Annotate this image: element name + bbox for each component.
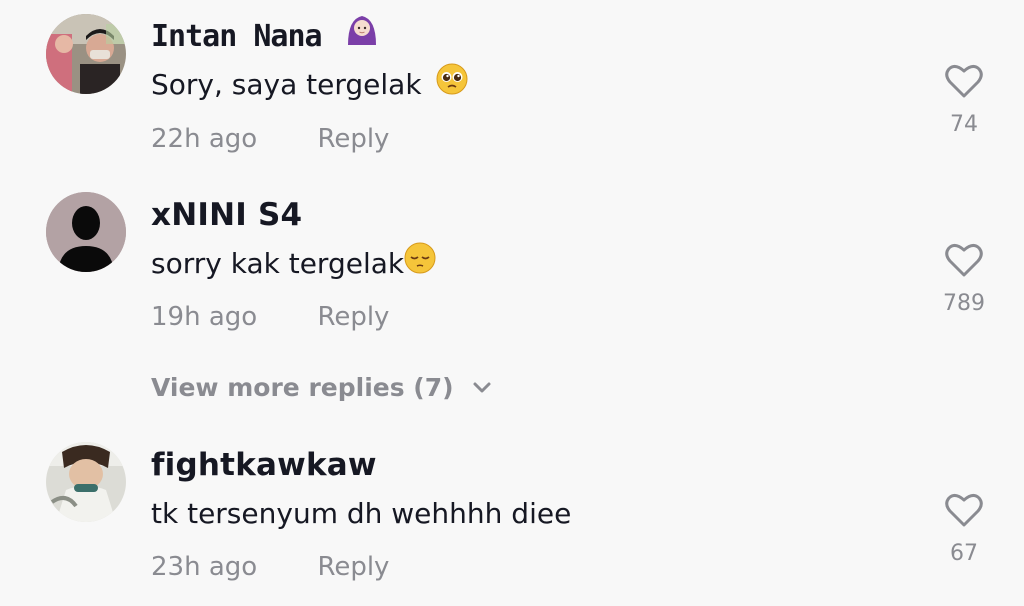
comment-text: sorry kak tergelak — [151, 242, 436, 282]
avatar[interactable] — [46, 14, 126, 94]
heart-outline-icon[interactable] — [945, 493, 983, 527]
comment-timestamp: 22h ago — [151, 124, 258, 154]
comment-meta: 23h ago Reply — [151, 552, 389, 582]
like-count: 74 — [950, 112, 978, 137]
heart-outline-icon[interactable] — [945, 64, 983, 98]
woman-with-headscarf-icon — [345, 13, 379, 56]
pensive-face-icon — [404, 242, 436, 282]
heart-outline-icon[interactable] — [945, 243, 983, 277]
reply-button[interactable]: Reply — [317, 302, 389, 332]
comment-username[interactable]: Intan Nana — [151, 16, 379, 56]
chevron-down-icon — [472, 371, 492, 403]
reply-button[interactable]: Reply — [317, 124, 389, 154]
avatar[interactable] — [46, 442, 126, 522]
comment-username[interactable]: xNINI S4 — [151, 197, 302, 233]
comments-panel: Intan Nana Sory, saya tergelak 22h ago R… — [0, 0, 1024, 606]
like-button[interactable]: 67 — [936, 493, 992, 567]
comment-timestamp: 23h ago — [151, 552, 258, 582]
comment-item: Intan Nana Sory, saya tergelak 22h ago R… — [0, 0, 1024, 170]
avatar[interactable] — [46, 192, 126, 272]
like-count: 67 — [950, 541, 978, 566]
comment-text: Sory, saya tergelak — [151, 63, 468, 103]
comment-meta: 22h ago Reply — [151, 124, 389, 154]
comment-timestamp: 19h ago — [151, 302, 258, 332]
view-more-replies-button[interactable]: View more replies (7) — [151, 372, 492, 404]
reply-button[interactable]: Reply — [317, 552, 389, 582]
like-count: 789 — [943, 291, 985, 316]
like-button[interactable]: 74 — [936, 64, 992, 138]
like-button[interactable]: 789 — [936, 243, 992, 317]
comment-username[interactable]: fightkawkaw — [151, 447, 377, 483]
comment-text: tk tersenyum dh wehhhh diee — [151, 497, 572, 530]
pleading-face-icon — [436, 63, 468, 103]
comment-meta: 19h ago Reply — [151, 302, 389, 332]
